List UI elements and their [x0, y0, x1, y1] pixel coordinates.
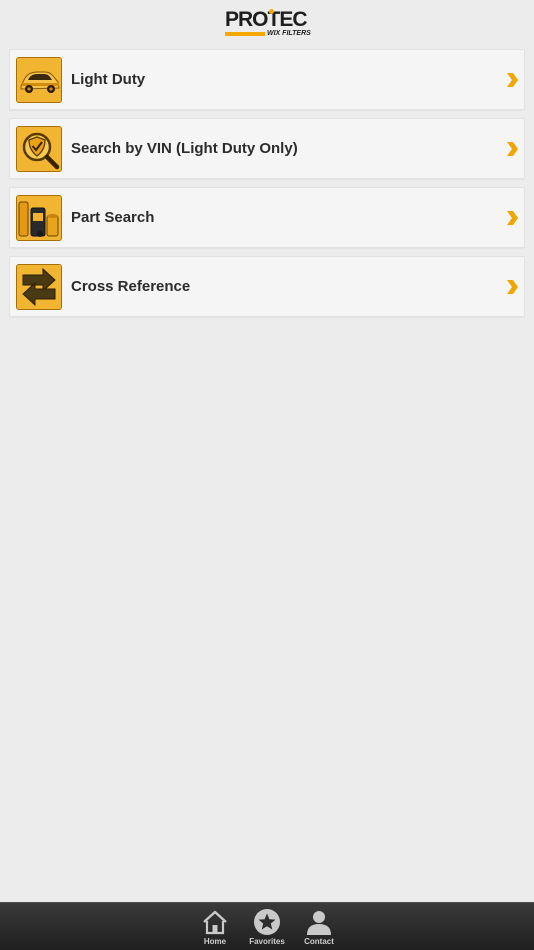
- person-icon: [307, 911, 331, 935]
- home-icon: [203, 910, 227, 935]
- chevron-right-icon: [506, 72, 518, 87]
- tab-label: Favorites: [249, 937, 285, 946]
- logo-accent-dot: [269, 9, 274, 14]
- chevron-right-icon: [506, 279, 518, 294]
- tab-home[interactable]: Home: [189, 903, 241, 950]
- tab-favorites[interactable]: Favorites: [241, 903, 293, 950]
- menu-item-search-by-vin[interactable]: Search by VIN (Light Duty Only): [9, 118, 525, 179]
- header: PROTEC WIX FILTERS: [0, 0, 534, 44]
- logo-accent-bar: [225, 32, 265, 36]
- bottom-tab-bar: Home Favorites Contact: [0, 902, 534, 950]
- logo-subtext: WIX FILTERS: [267, 30, 311, 37]
- chevron-right-icon: [506, 141, 518, 156]
- tab-contact[interactable]: Contact: [293, 903, 345, 950]
- menu-item-label: Cross Reference: [71, 278, 191, 295]
- filter-parts-icon: [16, 194, 62, 241]
- tab-label: Home: [203, 937, 227, 946]
- car-icon: [16, 56, 62, 103]
- logo-text: PROTEC: [225, 8, 308, 31]
- menu-item-label: Light Duty: [71, 71, 146, 88]
- menu-item-label: Part Search: [71, 209, 155, 226]
- app-screen: PROTEC WIX FILTERS Light Duty Search by …: [0, 0, 534, 950]
- main-menu: Light Duty Search by VIN (Light Duty Onl…: [0, 44, 534, 317]
- star-icon: [254, 909, 280, 935]
- swap-arrows-icon: [16, 263, 62, 310]
- tab-label: Contact: [304, 937, 334, 946]
- menu-item-part-search[interactable]: Part Search: [9, 187, 525, 248]
- shield-magnifier-icon: [16, 125, 62, 172]
- chevron-right-icon: [506, 210, 518, 225]
- menu-item-cross-reference[interactable]: Cross Reference: [9, 256, 525, 317]
- menu-item-label: Search by VIN (Light Duty Only): [71, 140, 298, 157]
- protec-logo: PROTEC WIX FILTERS: [225, 5, 311, 39]
- menu-item-light-duty[interactable]: Light Duty: [9, 49, 525, 110]
